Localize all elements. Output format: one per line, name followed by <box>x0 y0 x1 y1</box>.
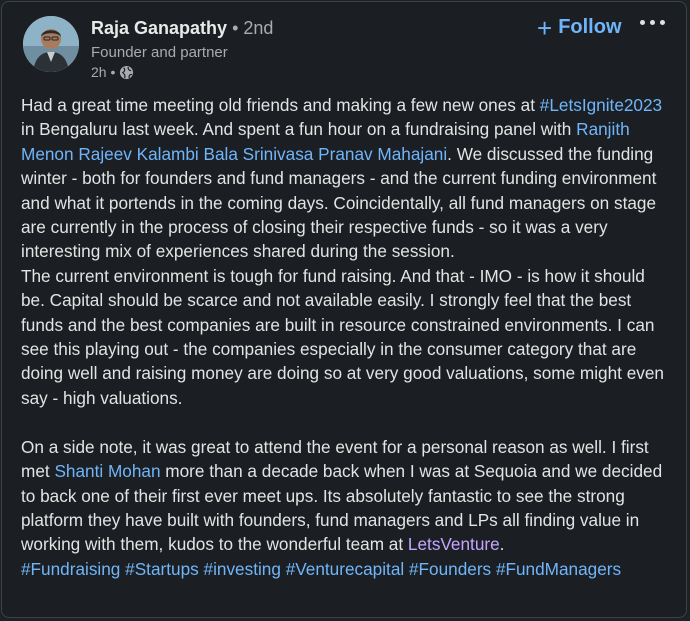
author-name-row[interactable]: Raja Ganapathy • 2nd <box>91 18 273 39</box>
text-segment: Had a great time meeting old friends and… <box>21 95 540 115</box>
plus-icon: + <box>537 12 553 43</box>
more-horizontal-icon[interactable] <box>640 16 665 29</box>
follow-button[interactable]: + Follow <box>537 12 622 43</box>
post-paragraph-1: Had a great time meeting old friends and… <box>21 93 671 264</box>
avatar-image <box>23 16 79 72</box>
mention-link[interactable]: Shanti Mohan <box>54 461 160 481</box>
text-segment: in Bengaluru last week. And spent a fun … <box>21 119 577 140</box>
hashtag-row: #Fundraising #Startups #investing #Ventu… <box>21 557 671 581</box>
hashtag-link[interactable]: #Venturecapital <box>286 559 405 579</box>
post-text: Had a great time meeting old friends and… <box>21 93 671 581</box>
author-name[interactable]: Raja Ganapathy <box>91 18 227 38</box>
post-card: Raja Ganapathy • 2nd Founder and partner… <box>1 1 687 618</box>
text-segment: . <box>499 534 505 555</box>
post-meta: 2h • <box>91 64 134 80</box>
post-paragraph-3: On a side note, it was great to attend t… <box>21 435 671 557</box>
post-paragraph-2: The current environment is tough for fun… <box>21 265 664 408</box>
hashtag-link[interactable]: #FundManagers <box>496 559 621 579</box>
avatar[interactable] <box>23 16 79 72</box>
connection-degree: • 2nd <box>232 18 274 38</box>
mention-link[interactable]: Rajeev Kalambi <box>78 144 198 164</box>
company-mention-link[interactable]: LetsVenture <box>408 534 500 554</box>
mention-link[interactable]: Bala Srinivasa <box>204 144 314 164</box>
hashtag-link[interactable]: #LetsIgnite2023 <box>540 95 662 115</box>
hashtag-link[interactable]: #investing <box>204 559 281 579</box>
hashtag-link[interactable]: #Startups <box>125 559 199 579</box>
hashtag-link[interactable]: #Founders <box>409 559 491 579</box>
hashtag-link[interactable]: #Fundraising <box>21 559 120 579</box>
post-time: 2h • <box>91 64 116 80</box>
mention-link[interactable]: Pranav Mahajani <box>318 144 447 164</box>
globe-icon <box>119 65 134 80</box>
author-headline: Founder and partner <box>91 44 228 61</box>
follow-label: Follow <box>558 16 622 38</box>
